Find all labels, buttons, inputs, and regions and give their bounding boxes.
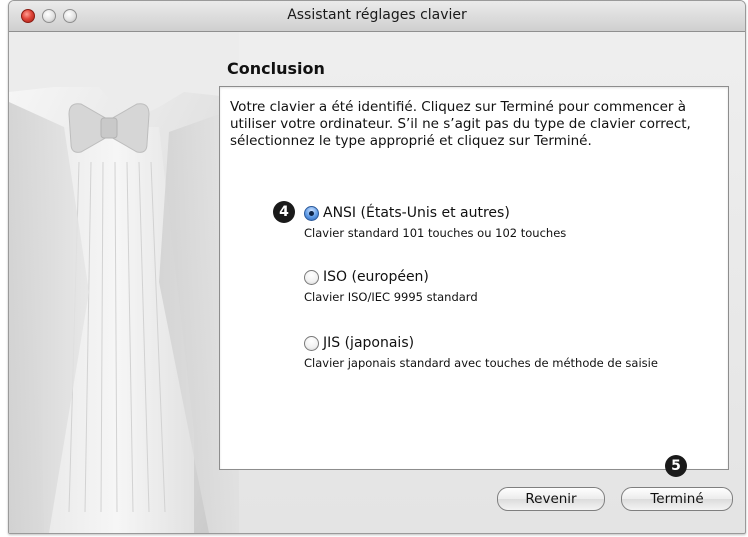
option-jis-description: Clavier japonais standard avec touches d… — [304, 356, 658, 370]
keyboard-setup-window: Assistant réglages clavier Conclusion Vo… — [8, 0, 746, 534]
window-title: Assistant réglages clavier — [287, 7, 467, 23]
option-iso-label[interactable]: ISO (européen) — [323, 269, 429, 285]
radio-jis[interactable] — [304, 335, 319, 351]
callout-5-badge: 5 — [665, 455, 687, 477]
tuxedo-illustration — [9, 32, 239, 533]
done-button[interactable]: Terminé — [621, 487, 733, 511]
option-ansi-description: Clavier standard 101 touches ou 102 touc… — [304, 226, 567, 240]
option-jis[interactable]: JIS (japonais) Clavier japonais standard… — [304, 333, 658, 370]
title-bar[interactable]: Assistant réglages clavier — [9, 1, 745, 32]
option-jis-label[interactable]: JIS (japonais) — [323, 335, 414, 351]
option-iso-description: Clavier ISO/IEC 9995 standard — [304, 290, 478, 304]
option-ansi-label[interactable]: ANSI (États-Unis et autres) — [323, 205, 510, 221]
content-panel: Votre clavier a été identifié. Cliquez s… — [219, 86, 729, 470]
intro-text: Votre clavier a été identifié. Cliquez s… — [230, 99, 691, 149]
callout-4-badge: 4 — [273, 201, 295, 223]
option-iso[interactable]: ISO (européen) Clavier ISO/IEC 9995 stan… — [304, 267, 478, 304]
page-title: Conclusion — [227, 59, 325, 78]
radio-ansi[interactable] — [304, 205, 319, 221]
back-button[interactable]: Revenir — [497, 487, 605, 511]
option-ansi[interactable]: ANSI (États-Unis et autres) Clavier stan… — [304, 203, 566, 240]
radio-iso[interactable] — [304, 269, 319, 285]
